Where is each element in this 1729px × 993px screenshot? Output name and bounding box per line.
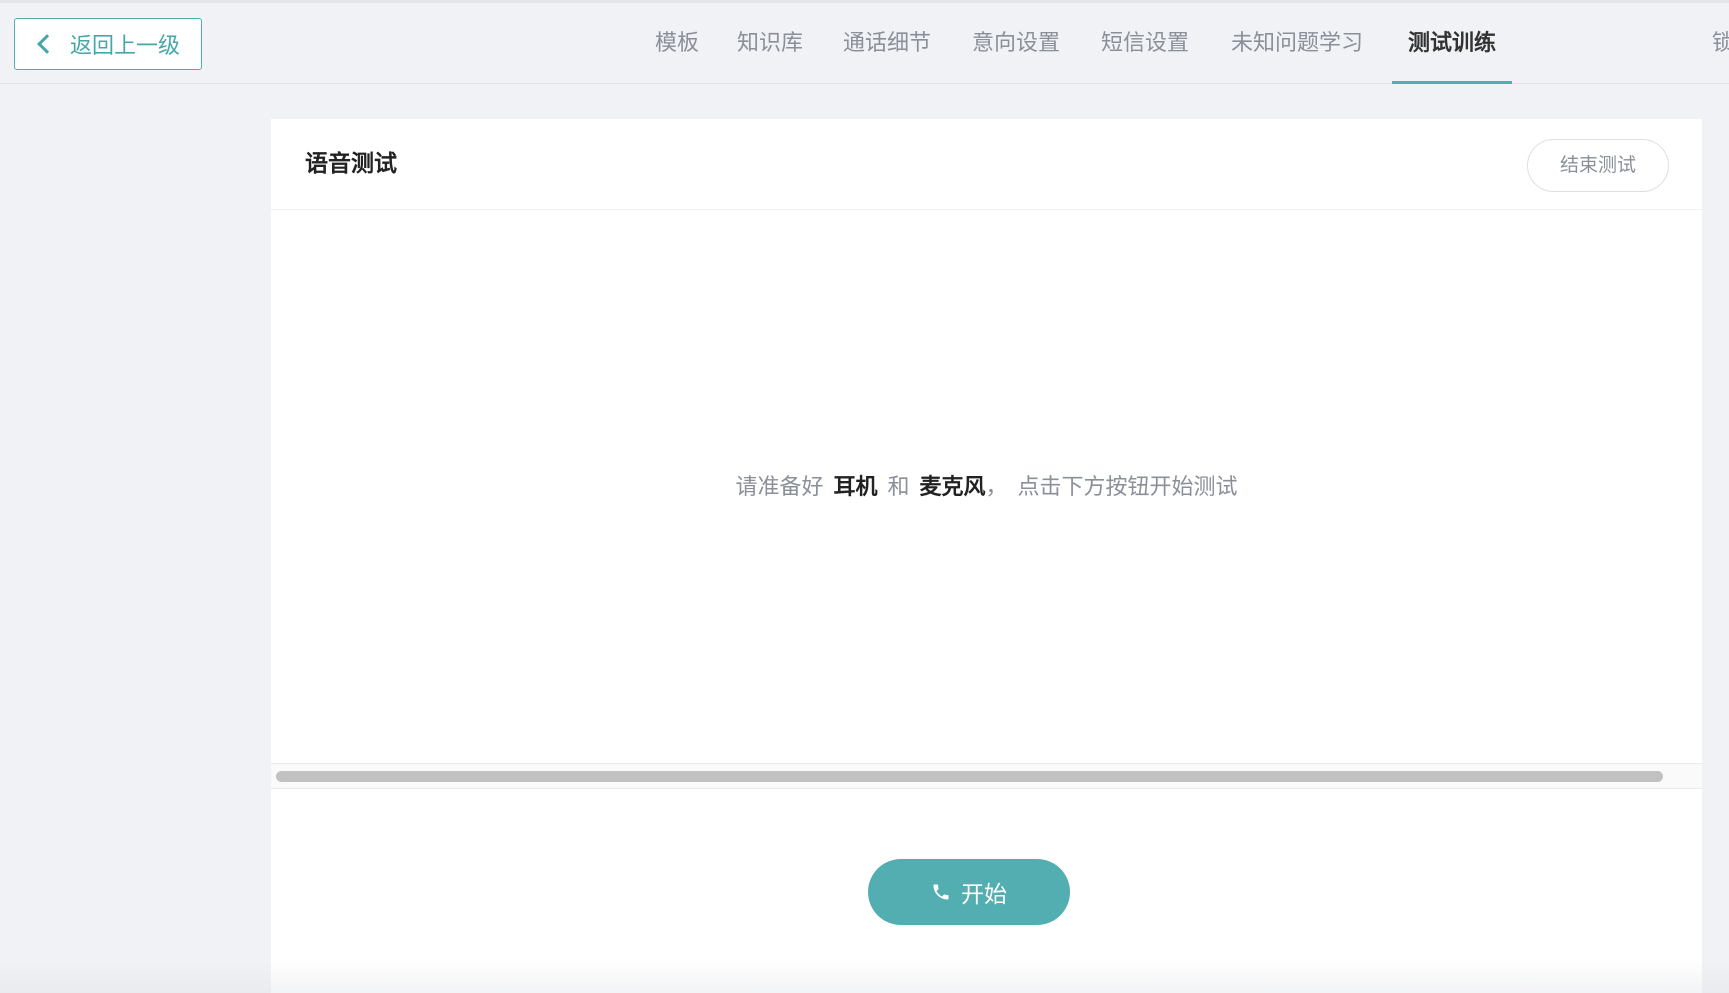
back-button-label: 返回上一级 — [69, 34, 180, 59]
voice-test-card: 语音测试 结束测试 请准备好 耳机和麦克风， 点击下方按钮开始测试 开始 — [271, 119, 1702, 993]
tab-sms-settings[interactable]: 短信设置 — [1101, 3, 1189, 84]
tab-knowledge-base[interactable]: 知识库 — [737, 3, 803, 84]
instruction-comma: ， — [985, 475, 1008, 500]
tab-test-training[interactable]: 测试训练 — [1391, 3, 1513, 84]
tab-template[interactable]: 模板 — [655, 3, 699, 84]
tab-intent-settings[interactable]: 意向设置 — [972, 3, 1060, 84]
tab-unknown-question-learning[interactable]: 未知问题学习 — [1231, 3, 1363, 84]
start-button[interactable]: 开始 — [868, 859, 1070, 925]
instruction-joiner: 和 — [887, 475, 910, 500]
top-navigation-bar: 返回上一级 模板 知识库 通话细节 意向设置 短信设置 未知问题学习 测试训练 … — [0, 0, 1729, 84]
scrollbar-thumb[interactable] — [276, 771, 1663, 782]
chevron-left-icon — [37, 34, 57, 54]
tab-partial[interactable]: 锁 — [1712, 3, 1729, 84]
instruction-microphone: 麦克风 — [919, 475, 986, 500]
start-button-label: 开始 — [961, 882, 1007, 908]
card-header: 语音测试 结束测试 — [271, 119, 1702, 210]
horizontal-scrollbar[interactable] — [271, 763, 1702, 789]
instruction-part2: 点击下方按钮开始测试 — [1017, 475, 1238, 500]
tab-call-details[interactable]: 通话细节 — [843, 3, 931, 84]
phone-icon — [933, 884, 949, 900]
instruction-text: 请准备好 耳机和麦克风， 点击下方按钮开始测试 — [271, 469, 1702, 501]
page-title: 语音测试 — [305, 151, 397, 177]
instruction-headphones: 耳机 — [833, 475, 878, 500]
instruction-part1: 请准备好 — [735, 475, 824, 500]
back-button[interactable]: 返回上一级 — [14, 18, 202, 70]
end-test-button[interactable]: 结束测试 — [1527, 139, 1669, 192]
